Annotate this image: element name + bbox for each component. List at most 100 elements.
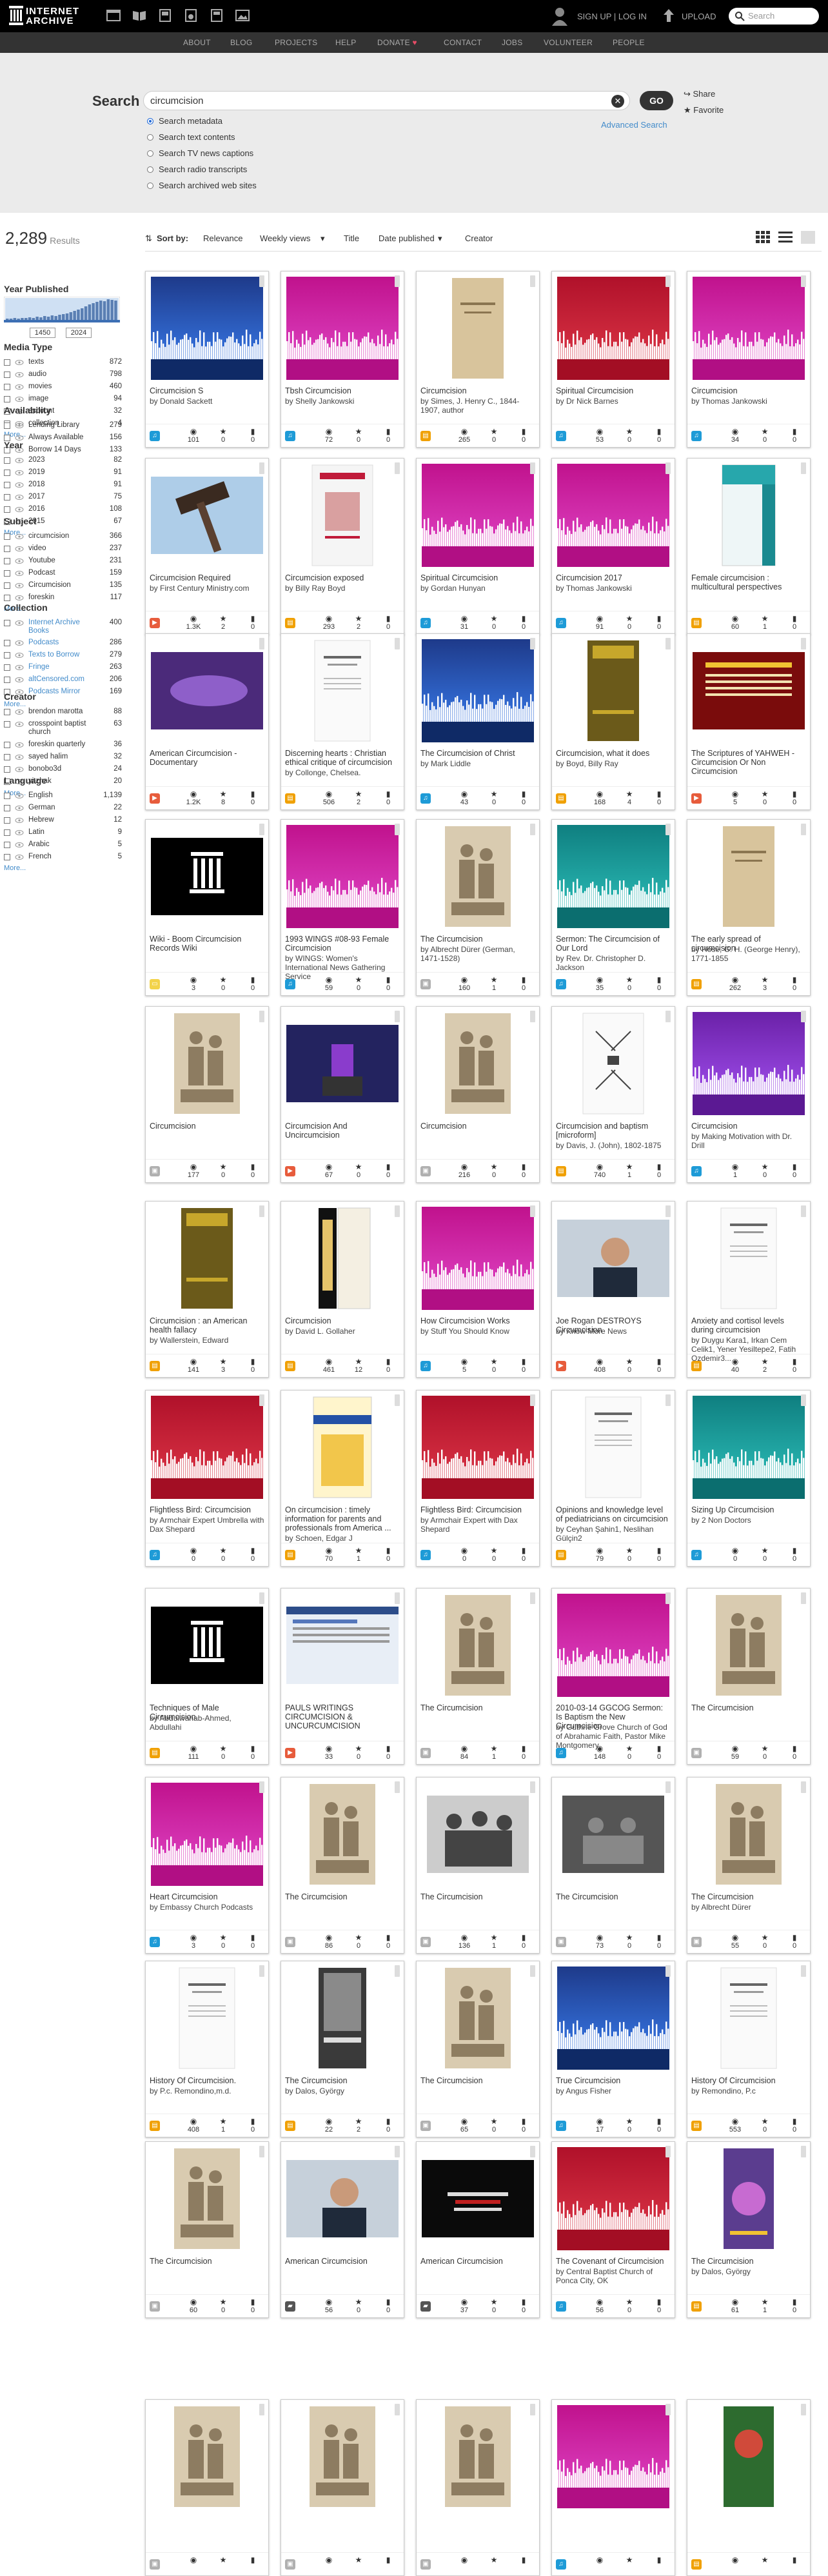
result-thumbnail[interactable] bbox=[693, 1783, 805, 1886]
favorite-marker-icon[interactable] bbox=[665, 824, 671, 835]
facet-row-media_type[interactable]: movies 460 bbox=[4, 382, 122, 393]
result-title[interactable]: Wiki - Boom Circumcision Records Wiki bbox=[150, 935, 264, 953]
result-creator[interactable]: by Making Motivation with Dr. Drill bbox=[691, 1132, 806, 1150]
eye-icon[interactable] bbox=[15, 639, 24, 647]
facet-row-media_type[interactable]: image 94 bbox=[4, 394, 122, 406]
favorite-marker-icon[interactable] bbox=[259, 1394, 264, 1406]
facet-checkbox[interactable] bbox=[4, 854, 10, 860]
result-thumbnail[interactable] bbox=[286, 464, 399, 567]
favorite-marker-icon[interactable] bbox=[530, 275, 535, 287]
result-thumbnail[interactable] bbox=[286, 1012, 399, 1115]
year-from-input[interactable]: 1450 bbox=[30, 328, 55, 338]
favorite-marker-icon[interactable] bbox=[665, 1781, 671, 1793]
favorite-marker-icon[interactable] bbox=[665, 2146, 671, 2157]
result-card[interactable]: Female circumcision : multicultural pers… bbox=[687, 458, 811, 635]
search-option-1[interactable]: Search text contents bbox=[147, 132, 235, 142]
result-card[interactable]: Circumcision Sby Donald Sackett ♫ ◉ 101 ★ 0 ▮ 0 bbox=[145, 271, 269, 448]
result-thumbnail[interactable] bbox=[557, 1012, 669, 1115]
eye-icon[interactable] bbox=[15, 457, 24, 464]
result-card[interactable]: On circumcision : timely information for… bbox=[281, 1390, 404, 1567]
result-creator[interactable]: by Rev. Dr. Christopher D. Jackson bbox=[556, 954, 671, 972]
result-thumbnail[interactable] bbox=[151, 2405, 263, 2508]
result-thumbnail[interactable] bbox=[151, 2147, 263, 2250]
eye-icon[interactable] bbox=[15, 545, 24, 553]
result-card[interactable]: Circumcision 2017 by Thomas Jankowski ♫ ◉ 91… bbox=[551, 458, 675, 635]
favorite-marker-icon[interactable] bbox=[801, 1592, 806, 1604]
nav-contact[interactable]: CONTACT bbox=[444, 38, 482, 47]
result-card[interactable]: How Circumcision Works by Stuff You Shoul… bbox=[416, 1201, 540, 1378]
favorite-marker-icon[interactable] bbox=[259, 275, 264, 287]
facet-row-media_type[interactable]: audio 798 bbox=[4, 370, 122, 381]
eye-icon[interactable] bbox=[15, 676, 24, 684]
facet-checkbox[interactable] bbox=[4, 570, 10, 577]
facet-checkbox[interactable] bbox=[4, 359, 10, 366]
eye-icon[interactable] bbox=[15, 422, 24, 430]
result-card[interactable]: Tbsh Circumcision by Shelly Jankowski ♫ ◉ 72… bbox=[281, 271, 404, 448]
facet-row-collection[interactable]: Podcasts 286 bbox=[4, 638, 122, 649]
result-title[interactable]: American Circumcision bbox=[285, 2257, 400, 2266]
result-card[interactable]: American Circumcision ▰ ◉ 37 ★ 0 ▮ 0 bbox=[416, 2141, 540, 2318]
result-creator[interactable]: by Armchair Expert with Dax Shepard bbox=[420, 1516, 535, 1534]
eye-icon[interactable] bbox=[15, 804, 24, 812]
favorite-marker-icon[interactable] bbox=[801, 2404, 806, 2415]
favorite-marker-icon[interactable] bbox=[801, 1205, 806, 1217]
result-card[interactable]: ▣ ◉ ★ ▮ bbox=[281, 2399, 404, 2576]
result-card[interactable]: The Covenant of Circumcision by Central B… bbox=[551, 2141, 675, 2318]
result-card[interactable]: Joe Rogan DESTROYS Circumcision by Know M… bbox=[551, 1201, 675, 1378]
result-card[interactable]: Sermon: The Circumcision of Our Lord by R… bbox=[551, 819, 675, 996]
result-title[interactable]: Flightless Bird: Circumcision bbox=[150, 1505, 264, 1514]
facet-row-subject[interactable]: video 237 bbox=[4, 544, 122, 555]
facet-row-subject[interactable]: Circumcision 135 bbox=[4, 580, 122, 592]
favorite-marker-icon[interactable] bbox=[259, 1965, 264, 1977]
result-title[interactable]: The Circumcision bbox=[691, 1892, 806, 1901]
result-thumbnail[interactable] bbox=[286, 1594, 399, 1697]
images-icon[interactable] bbox=[235, 8, 250, 23]
nav-projects[interactable]: PROJECTS bbox=[275, 38, 317, 47]
result-thumbnail[interactable] bbox=[693, 2405, 805, 2508]
result-thumbnail[interactable] bbox=[151, 639, 263, 742]
result-thumbnail[interactable] bbox=[422, 1783, 534, 1886]
internet-archive-logo[interactable]: INTERNET ARCHIVE bbox=[9, 5, 99, 28]
result-creator[interactable]: by Embassy Church Podcasts bbox=[150, 1903, 264, 1912]
result-title[interactable]: Circumcision bbox=[420, 386, 535, 395]
favorite-marker-icon[interactable] bbox=[665, 1011, 671, 1022]
result-title[interactable]: Circumcision bbox=[420, 1122, 535, 1131]
facet-row-language[interactable]: German 22 bbox=[4, 803, 122, 815]
eye-icon[interactable] bbox=[15, 766, 24, 773]
facet-checkbox[interactable] bbox=[4, 709, 10, 715]
facet-checkbox[interactable] bbox=[4, 422, 10, 429]
result-card[interactable]: Flightless Bird: Circumcision by Armchair… bbox=[145, 1390, 269, 1567]
facet-checkbox[interactable] bbox=[4, 546, 10, 552]
favorite-marker-icon[interactable] bbox=[665, 2404, 671, 2415]
facet-row-year[interactable]: 2018 91 bbox=[4, 480, 122, 491]
result-creator[interactable]: by Simes, J. Henry C., 1844-1907, author bbox=[420, 397, 535, 415]
result-creator[interactable]: by Davis, J. (John), 1802-1875 bbox=[556, 1141, 671, 1150]
facet-checkbox[interactable] bbox=[4, 793, 10, 799]
eye-icon[interactable] bbox=[15, 359, 24, 366]
favorite-marker-icon[interactable] bbox=[395, 1011, 400, 1022]
result-card[interactable]: Circumcision ▣ ◉ 216 ★ 0 ▮ 0 bbox=[416, 1006, 540, 1183]
result-card[interactable]: Circumcision Required by First Century Mi… bbox=[145, 458, 269, 635]
favorite-marker-icon[interactable] bbox=[801, 1781, 806, 1793]
result-thumbnail[interactable] bbox=[422, 1207, 534, 1310]
eye-icon[interactable] bbox=[15, 792, 24, 800]
result-thumbnail[interactable] bbox=[693, 2147, 805, 2250]
radio-button[interactable] bbox=[147, 134, 153, 141]
result-creator[interactable]: by Shelly Jankowski bbox=[285, 397, 400, 406]
eye-icon[interactable] bbox=[15, 557, 24, 565]
facet-row-subject[interactable]: Podcast 159 bbox=[4, 568, 122, 580]
result-card[interactable]: The Circumcision ▣ ◉ 84 ★ 1 ▮ 0 bbox=[416, 1588, 540, 1765]
user-avatar-icon[interactable] bbox=[551, 6, 568, 26]
result-creator[interactable]: by Angus Fisher bbox=[556, 2086, 671, 2095]
favorite-marker-icon[interactable] bbox=[530, 638, 535, 649]
result-card[interactable]: The Circumcision ▣ ◉ 59 ★ 0 ▮ 0 bbox=[687, 1588, 811, 1765]
favorite-marker-icon[interactable] bbox=[801, 2146, 806, 2157]
facet-row-collection[interactable]: altCensored.com 206 bbox=[4, 675, 122, 686]
result-card[interactable]: American Circumcision ▰ ◉ 56 ★ 0 ▮ 0 bbox=[281, 2141, 404, 2318]
share-button[interactable]: ↪ Share bbox=[684, 89, 715, 99]
favorite-marker-icon[interactable] bbox=[801, 824, 806, 835]
result-title[interactable]: Discerning hearts : Christian ethical cr… bbox=[285, 749, 400, 767]
eye-icon[interactable] bbox=[15, 506, 24, 513]
result-title[interactable]: PAULS WRITINGS CIRCUMCISION & UNCURCUMCI… bbox=[285, 1703, 400, 1730]
eye-icon[interactable] bbox=[15, 594, 24, 602]
